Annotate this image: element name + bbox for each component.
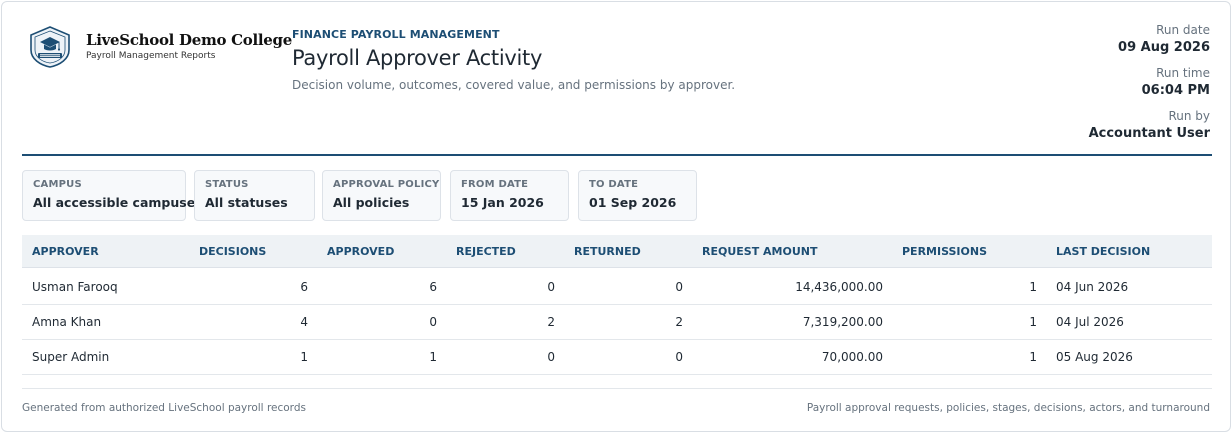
filter-label: TO DATE — [589, 179, 639, 190]
cell-approver: Amna Khan — [32, 315, 102, 329]
cell-last-decision: 05 Aug 2026 — [1056, 350, 1133, 364]
report-card: LiveSchool Demo College Payroll Manageme… — [1, 1, 1231, 432]
column-header-last-decision[interactable]: LAST DECISION — [1056, 235, 1150, 268]
filter-value: 01 Sep 2026 — [589, 195, 677, 210]
report-eyebrow: FINANCE PAYROLL MANAGEMENT — [292, 28, 500, 41]
filter-label: FROM DATE — [461, 179, 529, 190]
cell-request-amount: 7,319,200.00 — [802, 315, 883, 329]
cell-permissions: 1 — [1029, 280, 1037, 294]
run-date-label: Run date — [1156, 23, 1210, 37]
filter-to-date: TO DATE 01 Sep 2026 — [578, 170, 697, 221]
run-by-value: Accountant User — [1088, 126, 1210, 141]
table-row: Amna Khan 4 0 2 2 7,319,200.00 1 04 Jul … — [22, 304, 1212, 340]
cell-approver: Super Admin — [32, 350, 110, 364]
page-title: Payroll Approver Activity — [292, 46, 543, 70]
table-row: Usman Farooq 6 6 0 0 14,436,000.00 1 04 … — [22, 269, 1212, 305]
column-header-returned[interactable]: RETURNED — [574, 235, 641, 268]
column-header-request-amount[interactable]: REQUEST AMOUNT — [702, 235, 818, 268]
cell-returned: 0 — [675, 280, 683, 294]
cell-decisions: 4 — [300, 315, 308, 329]
filter-value: 15 Jan 2026 — [461, 195, 544, 210]
column-header-approved[interactable]: APPROVED — [327, 235, 394, 268]
cell-approver: Usman Farooq — [32, 280, 118, 294]
header-divider — [22, 154, 1212, 156]
filter-value: All policies — [333, 195, 410, 210]
cell-permissions: 1 — [1029, 315, 1037, 329]
column-header-decisions[interactable]: DECISIONS — [199, 235, 266, 268]
footer-scope-note: Payroll approval requests, policies, sta… — [806, 402, 1210, 414]
column-header-approver[interactable]: APPROVER — [32, 235, 99, 268]
run-date-value: 09 Aug 2026 — [1118, 40, 1210, 55]
filter-status: STATUS All statuses — [194, 170, 315, 221]
cell-permissions: 1 — [1029, 350, 1037, 364]
cell-request-amount: 14,436,000.00 — [795, 280, 883, 294]
footer-source-note: Generated from authorized LiveSchool pay… — [22, 402, 306, 414]
filter-value: All accessible campuses — [33, 195, 203, 210]
run-time-label: Run time — [1156, 66, 1210, 80]
cell-last-decision: 04 Jul 2026 — [1056, 315, 1124, 329]
footer-divider — [22, 388, 1212, 389]
filter-from-date: FROM DATE 15 Jan 2026 — [450, 170, 569, 221]
cell-last-decision: 04 Jun 2026 — [1056, 280, 1129, 294]
cell-returned: 0 — [675, 350, 683, 364]
table-header: APPROVER DECISIONS APPROVED REJECTED RET… — [22, 235, 1212, 268]
cell-approved: 6 — [429, 280, 437, 294]
page-subtitle: Decision volume, outcomes, covered value… — [292, 78, 736, 92]
filter-label: STATUS — [205, 179, 249, 190]
cell-approved: 0 — [429, 315, 437, 329]
run-time-value: 06:04 PM — [1141, 83, 1210, 98]
org-name: LiveSchool Demo College — [86, 31, 292, 49]
org-subtitle: Payroll Management Reports — [86, 51, 216, 61]
column-header-permissions[interactable]: PERMISSIONS — [902, 235, 987, 268]
cell-rejected: 2 — [547, 315, 555, 329]
filter-approval-policy: APPROVAL POLICY All policies — [322, 170, 441, 221]
cell-decisions: 6 — [300, 280, 308, 294]
run-metadata: Run date 09 Aug 2026 Run time 06:04 PM R… — [1089, 22, 1210, 151]
filter-label: CAMPUS — [33, 179, 82, 190]
graduation-crest-icon — [28, 26, 72, 68]
filter-campus: CAMPUS All accessible campuses — [22, 170, 203, 221]
cell-approved: 1 — [429, 350, 437, 364]
column-header-rejected[interactable]: REJECTED — [456, 235, 516, 268]
run-by-label: Run by — [1168, 109, 1210, 123]
cell-returned: 2 — [675, 315, 683, 329]
filter-value: All statuses — [205, 195, 288, 210]
cell-rejected: 0 — [547, 350, 555, 364]
cell-decisions: 1 — [300, 350, 308, 364]
filter-label: APPROVAL POLICY — [333, 179, 440, 190]
cell-rejected: 0 — [547, 280, 555, 294]
table-row: Super Admin 1 1 0 0 70,000.00 1 05 Aug 2… — [22, 339, 1212, 375]
cell-request-amount: 70,000.00 — [821, 350, 883, 364]
